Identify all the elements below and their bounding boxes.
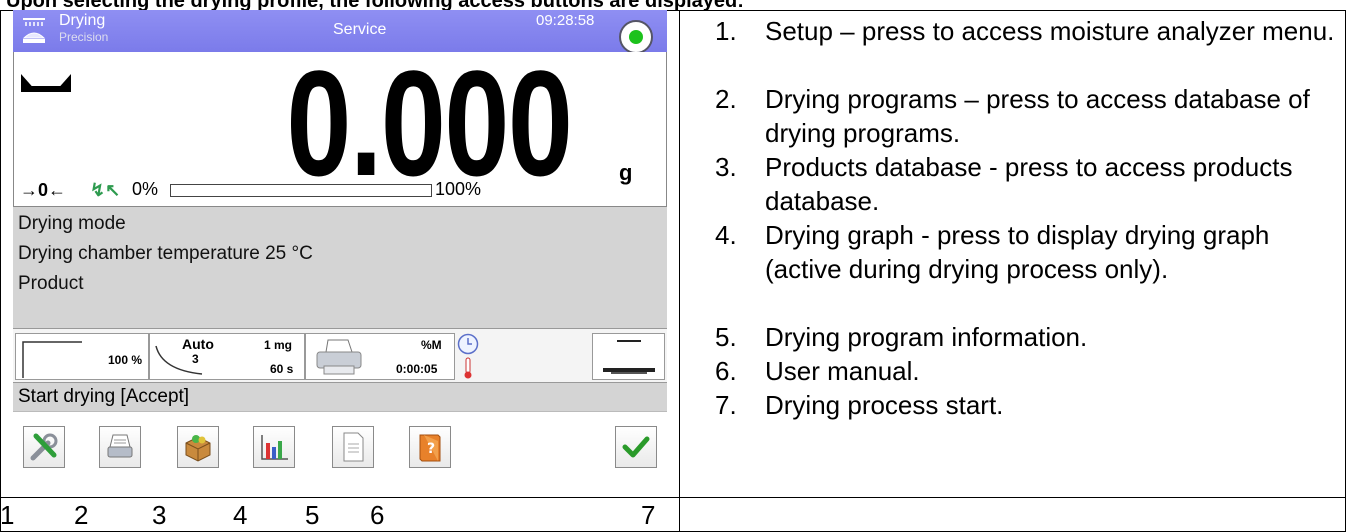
- finish-mode-box[interactable]: Auto 3 1 mg 60 s: [149, 333, 305, 380]
- products-database-icon: [185, 435, 211, 462]
- range-min-label: 0%: [132, 179, 159, 199]
- drying-graph-icon: [261, 435, 288, 460]
- tare-indicator-icon: ↯↖: [90, 180, 121, 200]
- program-info-button[interactable]: [332, 426, 374, 468]
- status-icons: [456, 333, 486, 380]
- range-max-label: 100%: [435, 179, 482, 199]
- auto-num: 3: [192, 352, 199, 366]
- table-divider-vertical: [679, 10, 680, 532]
- weight-value: 0.000: [286, 39, 573, 207]
- bottom-toolbar: ?: [13, 411, 667, 493]
- list-item-number: 7.: [715, 390, 737, 420]
- user-level-label[interactable]: Service: [333, 21, 386, 39]
- submode-label: Precision: [59, 30, 109, 44]
- button-number-3: 3: [152, 500, 167, 530]
- list-item-text: Drying process start.: [765, 390, 1004, 420]
- drying-programs-button[interactable]: [99, 426, 141, 468]
- list-item-number: 2.: [715, 84, 737, 114]
- clock-time: 09:28:58: [536, 12, 595, 29]
- list-item-text: User manual.: [765, 356, 920, 386]
- info-line: Product: [18, 273, 84, 294]
- accept-icon: [622, 436, 650, 458]
- button-number-2: 2: [74, 500, 89, 530]
- list-item-text: Setup – press to access moisture analyze…: [765, 16, 1335, 46]
- time-step: 60 s: [270, 362, 294, 376]
- clock-icon: [457, 333, 479, 355]
- weighing-display: 0.000 g →0← ↯↖ 0% 100%: [13, 39, 667, 207]
- weighing-pan-icon: [603, 340, 655, 374]
- accept-button[interactable]: [615, 426, 657, 468]
- weighing-range-bar: [170, 184, 432, 197]
- list-item-text: Products database - press to access prod…: [765, 152, 1293, 216]
- thermometer-icon: [464, 357, 472, 379]
- button-number-6: 6: [370, 500, 385, 530]
- device-screen: Drying Precision Service 09:28:58 0.000 …: [13, 10, 667, 493]
- drying-params-bar: 100 % Auto 3 1 mg 60 s %M 0:00:05: [13, 328, 667, 383]
- setup-icon: [30, 433, 58, 461]
- list-item-text: Drying graph - press to display drying g…: [765, 220, 1270, 284]
- setup-button[interactable]: [23, 426, 65, 468]
- drying-graph-button[interactable]: [253, 426, 295, 468]
- mass-step: 1 mg: [264, 338, 293, 352]
- user-manual-icon: ?: [419, 434, 441, 462]
- products-database-button[interactable]: [177, 426, 219, 468]
- info-line: Drying mode: [18, 213, 126, 234]
- stable-icon: [21, 74, 71, 92]
- program-info-icon: [343, 432, 364, 462]
- printer-icon: [316, 339, 362, 375]
- result-unit: %M: [421, 338, 442, 352]
- mode-label[interactable]: Drying: [59, 12, 105, 30]
- list-item-number: 1.: [715, 16, 737, 46]
- elapsed-time: 0:00:05: [396, 362, 438, 376]
- drying-programs-icon: [107, 434, 133, 458]
- auto-label: Auto: [182, 336, 214, 352]
- list-item-text: Drying program information.: [765, 322, 1088, 352]
- profile-percent: 100 %: [108, 353, 143, 367]
- weighing-pan-box[interactable]: [592, 333, 665, 380]
- profile-graph-icon: [22, 341, 82, 378]
- table-divider-horizontal: [0, 497, 1346, 498]
- button-number-7: 7: [641, 500, 656, 530]
- list-item-number: 5.: [715, 322, 737, 352]
- list-item-number: 4.: [715, 220, 737, 250]
- start-drying-prompt: Start drying [Accept]: [13, 383, 667, 411]
- list-item-text: Drying programs – press to access databa…: [765, 84, 1310, 148]
- status-ok-icon[interactable]: [619, 20, 653, 54]
- button-number-5: 5: [305, 500, 320, 530]
- printout-box[interactable]: %M 0:00:05: [305, 333, 455, 380]
- user-manual-button[interactable]: ?: [409, 426, 451, 468]
- zero-indicator: →0←: [20, 180, 67, 200]
- info-panel: Drying mode Drying chamber temperature 2…: [13, 206, 667, 328]
- list-item-number: 3.: [715, 152, 737, 182]
- info-line: Drying chamber temperature 25 °C: [18, 243, 313, 264]
- button-number-4: 4: [233, 500, 248, 530]
- weight-unit[interactable]: g: [619, 160, 632, 186]
- list-item-number: 6.: [715, 356, 737, 386]
- svg-text:?: ?: [427, 441, 435, 457]
- drying-profile-box[interactable]: 100 %: [15, 333, 149, 380]
- dryer-icon[interactable]: [21, 16, 47, 46]
- button-number-1: 1: [0, 500, 15, 530]
